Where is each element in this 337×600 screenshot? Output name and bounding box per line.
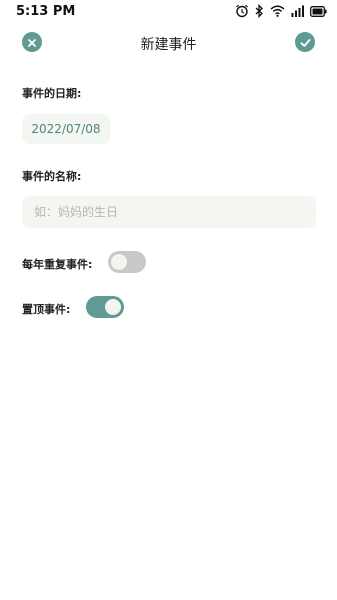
page-title: 新建事件 bbox=[140, 37, 197, 53]
confirm-button[interactable] bbox=[295, 32, 315, 52]
check-icon bbox=[300, 33, 311, 52]
battery-icon bbox=[310, 5, 327, 17]
bluetooth-icon bbox=[255, 4, 264, 18]
repeat-event-label: 每年重复事件: bbox=[22, 258, 93, 271]
event-name-label: 事件的名称: bbox=[22, 170, 82, 183]
event-date-field[interactable]: 2022/07/08 bbox=[22, 114, 110, 144]
status-bar: 5:13 PM bbox=[0, 0, 337, 24]
toggle-knob bbox=[105, 299, 121, 315]
repeat-event-toggle[interactable] bbox=[108, 251, 146, 273]
pin-event-toggle[interactable] bbox=[86, 296, 124, 318]
event-name-input[interactable] bbox=[22, 196, 316, 228]
toggle-knob bbox=[111, 254, 127, 270]
pin-event-label: 置顶事件: bbox=[22, 303, 71, 316]
status-time: 5:13 PM bbox=[16, 4, 76, 19]
alarm-icon bbox=[235, 4, 249, 18]
event-date-label: 事件的日期: bbox=[22, 87, 82, 100]
status-icons bbox=[235, 4, 327, 18]
signal-icon bbox=[291, 5, 304, 17]
wifi-icon bbox=[270, 5, 285, 17]
toolbar: 新建事件 bbox=[0, 26, 337, 58]
